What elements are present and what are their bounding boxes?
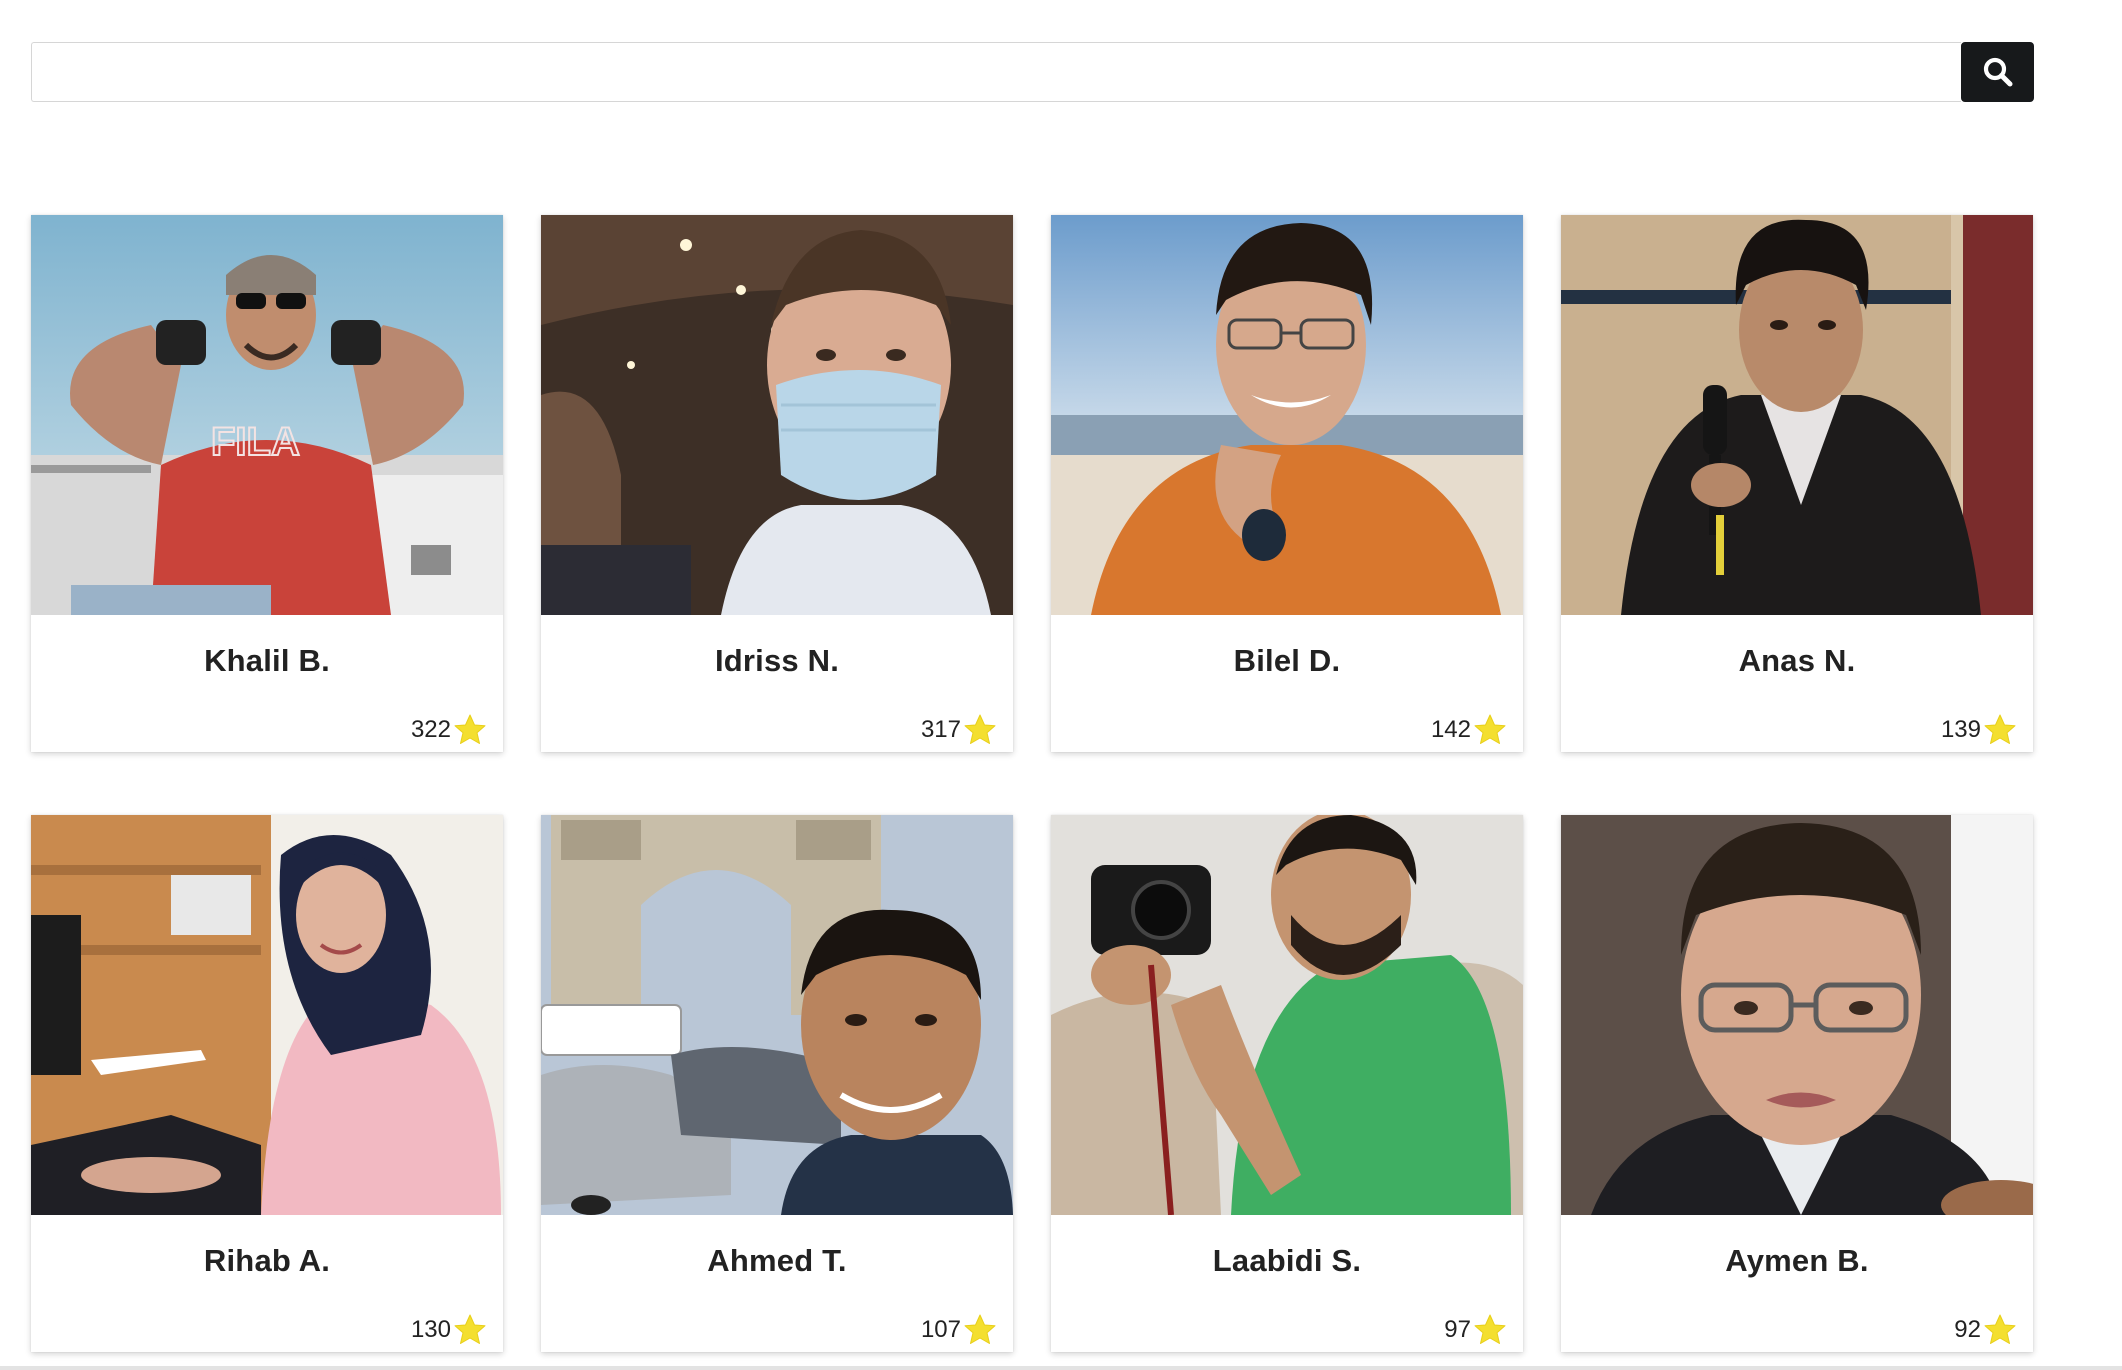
profile-name: Aymen B. — [1725, 1243, 1869, 1278]
profile-name: Rihab A. — [203, 1243, 331, 1278]
star-icon — [964, 1314, 996, 1344]
profile-photo: FILA — [31, 215, 503, 615]
search-button[interactable] — [1961, 42, 2034, 102]
profile-card[interactable]: Bilel D. 142 — [1051, 215, 1523, 752]
rating: 322 — [411, 713, 487, 747]
profile-photo — [1561, 215, 2033, 615]
rating-value: 139 — [1940, 716, 1981, 743]
rating-value: 322 — [410, 716, 451, 743]
search-icon — [1983, 57, 2012, 87]
profile-photo — [541, 215, 1013, 615]
rating-value: 317 — [920, 716, 961, 743]
search-bar — [31, 42, 2034, 102]
profile-photo — [31, 815, 503, 1215]
profile-card[interactable]: Rihab A. 130 — [31, 815, 503, 1352]
rating: 139 — [1941, 713, 2017, 747]
profile-photo — [1561, 815, 2033, 1215]
rating-value: 130 — [410, 1316, 451, 1343]
star-icon — [454, 1314, 486, 1344]
search-input[interactable] — [31, 42, 1961, 102]
star-icon — [1474, 1314, 1506, 1344]
star-icon — [1984, 1314, 2016, 1344]
star-icon — [454, 714, 486, 744]
profile-name: Anas N. — [1738, 643, 1856, 678]
profile-photo — [1051, 215, 1523, 615]
star-icon — [964, 714, 996, 744]
profile-card[interactable]: Anas N. 139 — [1561, 215, 2033, 752]
profile-card[interactable]: Ahmed T. 107 — [541, 815, 1013, 1352]
rating-value: 92 — [1954, 1316, 1981, 1343]
rating: 92 — [1954, 1313, 2017, 1347]
rating: 107 — [921, 1313, 997, 1347]
profile-card[interactable]: Laabidi S. 97 — [1051, 815, 1523, 1352]
profile-name: Laabidi S. — [1212, 1243, 1362, 1278]
rating-value: 142 — [1430, 716, 1471, 743]
rating-value: 97 — [1444, 1316, 1471, 1343]
rating: 317 — [921, 713, 997, 747]
rating-value: 107 — [920, 1316, 961, 1343]
profile-photo — [541, 815, 1013, 1215]
profile-card[interactable]: Aymen B. 92 — [1561, 815, 2033, 1352]
profile-name: Ahmed T. — [707, 1243, 847, 1278]
profile-name: Idriss N. — [714, 643, 840, 678]
rating: 142 — [1431, 713, 1507, 747]
star-icon — [1984, 714, 2016, 744]
rating: 97 — [1444, 1313, 1507, 1347]
profile-name: Bilel D. — [1233, 643, 1341, 678]
profile-card[interactable]: FILA Khalil B. 322 — [31, 215, 503, 752]
profile-name: Khalil B. — [204, 643, 330, 678]
profile-card[interactable]: Idriss N. 317 — [541, 215, 1013, 752]
svg-text:FILA: FILA — [211, 420, 300, 464]
rating: 130 — [411, 1313, 487, 1347]
profile-grid: FILA Khalil B. 322 Idriss N. 317 Bilel D… — [31, 215, 2034, 1352]
page-divider — [0, 1366, 2122, 1370]
star-icon — [1474, 714, 1506, 744]
profile-photo — [1051, 815, 1523, 1215]
